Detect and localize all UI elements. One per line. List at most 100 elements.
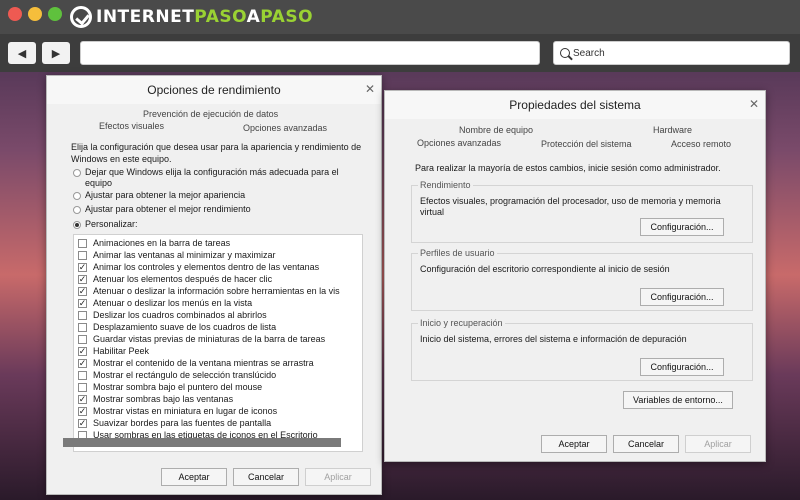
radio-best-appearance[interactable]: Ajustar para obtener la mejor apariencia <box>73 190 363 201</box>
checkmark-icon: ✓ <box>78 261 87 272</box>
tab-visual-effects[interactable]: Efectos visuales <box>99 121 164 131</box>
checkbox <box>78 334 87 344</box>
radio-label: Ajustar para obtener la mejor apariencia <box>85 190 246 200</box>
effect-checkbox-5[interactable]: ✓ Atenuar o deslizar los menús en la vist… <box>78 297 252 309</box>
horizontal-scrollbar[interactable] <box>63 438 341 447</box>
effect-label: Mostrar el rectángulo de selección trans… <box>93 370 277 380</box>
maximize-window-button[interactable] <box>48 7 62 21</box>
accept-button[interactable]: Aceptar <box>161 468 227 486</box>
effect-checkbox-15[interactable]: ✓ Suavizar bordes para las fuentes de pan… <box>78 417 271 429</box>
logo-text-paso-2: PASO <box>260 7 314 27</box>
performance-options-dialog: Opciones de rendimiento ✕ Prevención de … <box>46 75 382 495</box>
checkmark-icon: ✓ <box>78 393 87 404</box>
effect-label: Animaciones en la barra de tareas <box>93 238 231 248</box>
effect-label: Deslizar los cuadros combinados al abrir… <box>93 310 267 320</box>
effect-label: Mostrar sombra bajo el puntero del mouse <box>93 382 263 392</box>
tab-advanced-options[interactable]: Opciones avanzadas <box>243 123 327 133</box>
tab-hardware[interactable]: Hardware <box>653 125 692 135</box>
effect-checkbox-2[interactable]: ✓ Animar los controles y elementos dentro… <box>78 261 319 273</box>
search-box[interactable] <box>553 41 790 65</box>
group-text: Efectos visuales, programación del proce… <box>420 196 721 217</box>
effect-label: Desplazamiento suave de los cuadros de l… <box>93 322 277 332</box>
checkmark-icon: ✓ <box>78 405 87 416</box>
radio-custom[interactable]: Personalizar: <box>73 219 363 230</box>
effect-label: Mostrar sombras bajo las ventanas <box>93 394 234 404</box>
checkbox <box>78 382 87 392</box>
back-button[interactable]: ◀ <box>8 42 36 64</box>
visual-effects-list[interactable]: Animaciones en la barra de tareas Animar… <box>73 234 363 452</box>
user-profiles-settings-button[interactable]: Configuración... <box>640 288 724 306</box>
effect-label: Animar los controles y elementos dentro … <box>93 262 320 272</box>
checkbox <box>78 322 87 332</box>
effect-label: Atenuar los elementos después de hacer c… <box>93 274 273 284</box>
logo-text-paso: PASO <box>194 7 247 27</box>
close-icon[interactable]: ✕ <box>365 82 375 96</box>
checkmark-icon: ✓ <box>78 273 87 284</box>
checkbox <box>78 370 87 380</box>
checkmark-icon: ✓ <box>78 297 87 308</box>
radio-label: Dejar que Windows elija la configuración… <box>85 167 339 188</box>
radio-label: Personalizar: <box>85 219 138 229</box>
cancel-button[interactable]: Cancelar <box>233 468 299 486</box>
minimize-window-button[interactable] <box>28 7 42 21</box>
checkmark-icon: ✓ <box>78 285 87 296</box>
effect-label: Mostrar el contenido de la ventana mient… <box>93 358 314 368</box>
tab-remote-access[interactable]: Acceso remoto <box>671 139 731 149</box>
effect-checkbox-14[interactable]: ✓ Mostrar vistas en miniatura en lugar de… <box>78 405 277 417</box>
startup-settings-button[interactable]: Configuración... <box>640 358 724 376</box>
effect-checkbox-4[interactable]: ✓ Atenuar o deslizar la información sobre… <box>78 285 340 297</box>
effect-checkbox-1[interactable]: Animar las ventanas al minimizar y maxim… <box>78 249 276 261</box>
address-bar[interactable] <box>80 41 540 65</box>
checkbox <box>78 238 87 248</box>
effect-checkbox-7[interactable]: Desplazamiento suave de los cuadros de l… <box>78 321 276 333</box>
effect-checkbox-13[interactable]: ✓ Mostrar sombras bajo las ventanas <box>78 393 233 405</box>
apply-button[interactable]: Aplicar <box>305 468 371 486</box>
effect-checkbox-8[interactable]: Guardar vistas previas de miniaturas de … <box>78 333 325 345</box>
performance-settings-button[interactable]: Configuración... <box>640 218 724 236</box>
dialog-title: Opciones de rendimiento <box>147 83 281 97</box>
effect-checkbox-9[interactable]: ✓ Habilitar Peek <box>78 345 149 357</box>
logo-text: INTERNETPASOAPASO <box>96 7 313 27</box>
accept-button[interactable]: Aceptar <box>541 435 607 453</box>
back-arrow-icon: ◀ <box>17 47 27 60</box>
environment-variables-button[interactable]: Variables de entorno... <box>623 391 733 409</box>
site-logo: INTERNETPASOAPASO <box>70 4 313 30</box>
effect-checkbox-12[interactable]: Mostrar sombra bajo el puntero del mouse <box>78 381 262 393</box>
effect-checkbox-3[interactable]: ✓ Atenuar los elementos después de hacer … <box>78 273 272 285</box>
tab-system-protection[interactable]: Protección del sistema <box>541 139 632 149</box>
cancel-button[interactable]: Cancelar <box>613 435 679 453</box>
effect-checkbox-11[interactable]: Mostrar el rectángulo de selección trans… <box>78 369 276 381</box>
apply-button[interactable]: Aplicar <box>685 435 751 453</box>
close-window-button[interactable] <box>8 7 22 21</box>
effect-label: Habilitar Peek <box>93 346 150 356</box>
radio-best-performance[interactable]: Ajustar para obtener el mejor rendimient… <box>73 204 363 215</box>
browser-toolbar: ◀ ▶ <box>0 34 800 72</box>
effect-checkbox-0[interactable]: Animaciones en la barra de tareas <box>78 237 230 249</box>
effect-label: Animar las ventanas al minimizar y maxim… <box>93 250 276 260</box>
checkmark-logo-icon <box>70 6 92 28</box>
group-performance: Rendimiento Efectos visuales, programaci… <box>411 180 753 243</box>
effect-label: Atenuar o deslizar los menús en la vista <box>93 298 253 308</box>
system-properties-dialog: Propiedades del sistema ✕ Nombre de equi… <box>384 90 766 462</box>
dialog-title: Propiedades del sistema <box>509 98 641 112</box>
checkmark-icon: ✓ <box>78 345 87 356</box>
effect-checkbox-6[interactable]: Deslizar los cuadros combinados al abrir… <box>78 309 267 321</box>
search-input[interactable] <box>573 47 773 59</box>
forward-button[interactable]: ▶ <box>42 42 70 64</box>
checkmark-icon: ✓ <box>78 417 87 428</box>
browser-titlebar: INTERNETPASOAPASO <box>0 0 800 34</box>
tab-computer-name[interactable]: Nombre de equipo <box>459 125 533 135</box>
effect-label: Mostrar vistas en miniatura en lugar de … <box>93 406 278 416</box>
tab-dep[interactable]: Prevención de ejecución de datos <box>143 109 278 119</box>
radio-label: Ajustar para obtener el mejor rendimient… <box>85 204 251 214</box>
group-startup-recovery: Inicio y recuperación Inicio del sistema… <box>411 318 753 381</box>
effect-checkbox-10[interactable]: ✓ Mostrar el contenido de la ventana mien… <box>78 357 314 369</box>
checkbox <box>78 250 87 260</box>
tab-advanced-options[interactable]: Opciones avanzadas <box>417 138 501 148</box>
effect-label: Guardar vistas previas de miniaturas de … <box>93 334 326 344</box>
radio-let-windows-choose[interactable]: Dejar que Windows elija la configuración… <box>73 167 363 189</box>
logo-text-a: A <box>246 7 261 27</box>
close-icon[interactable]: ✕ <box>749 97 759 111</box>
forward-arrow-icon: ▶ <box>51 47 61 60</box>
intro-text: Elija la configuración que desea usar pa… <box>71 142 362 164</box>
